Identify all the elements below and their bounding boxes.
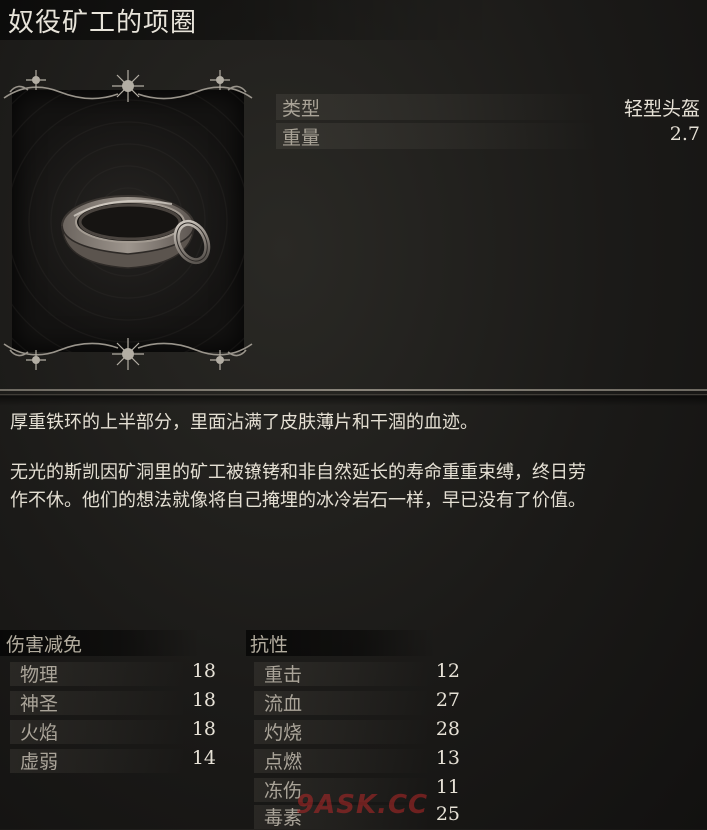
info-row-weight: 重量 2.7 [276,123,704,149]
resist-row-value: 12 [435,660,460,682]
resist-row-burn: 灼烧 28 [254,718,460,744]
section-divider [0,386,707,406]
resist-row-value: 27 [435,689,460,711]
iron-collar-icon [61,195,211,269]
watermark-logo: 9ASK.CC [296,790,429,820]
resist-row-value: 28 [435,718,460,740]
resist-row-label: 灼烧 [264,722,303,744]
resist-row-value: 13 [435,747,460,769]
bottom-ornament [3,338,253,370]
weight-label: 重量 [282,127,321,149]
damage-row-label: 火焰 [20,722,59,744]
resist-row-stagger: 重击 12 [254,660,460,686]
resistance-title: 抗性 [250,634,289,656]
info-row-type: 类型 轻型头盔 [276,94,704,120]
resist-row-bleed: 流血 27 [254,689,460,715]
resistance-header: 抗性 [246,630,436,656]
damage-reduction-header: 伤害减免 [0,630,200,656]
resist-row-label: 重击 [264,664,303,686]
description-paragraph-1: 厚重铁环的上半部分，里面沾满了皮肤薄片和干涸的血迹。 [10,412,478,433]
resist-row-value: 25 [435,803,460,825]
damage-row-label: 神圣 [20,693,59,715]
damage-row-value: 14 [191,747,216,769]
type-value: 轻型头盔 [623,98,700,120]
type-label: 类型 [282,98,321,120]
resist-row-value: 11 [435,776,460,798]
damage-reduction-title: 伤害减免 [6,634,83,656]
damage-row-value: 18 [191,660,216,682]
resist-row-ignite: 点燃 13 [254,747,460,773]
damage-row-fire: 火焰 18 [10,718,216,744]
top-ornament [3,70,253,102]
resist-row-label: 点燃 [264,751,303,773]
resist-row-label: 流血 [264,693,303,715]
damage-row-weak: 虚弱 14 [10,747,216,773]
weight-value: 2.7 [669,123,700,145]
description-paragraph-2-line-2: 作不休。他们的想法就像将自己掩埋的冰冷岩石一样，早已没有了价值。 [10,490,586,511]
damage-row-holy: 神圣 18 [10,689,216,715]
damage-row-value: 18 [191,718,216,740]
item-image-panel [0,68,256,370]
damage-row-physical: 物理 18 [10,660,216,686]
description-paragraph-2-line-1: 无光的斯凯因矿洞里的矿工被镣铐和非自然延长的寿命重重束缚，终日劳 [10,462,586,483]
damage-row-value: 18 [191,689,216,711]
damage-row-label: 物理 [20,664,59,686]
item-title: 奴役矿工的项圈 [8,8,198,38]
damage-row-label: 虚弱 [20,751,59,773]
